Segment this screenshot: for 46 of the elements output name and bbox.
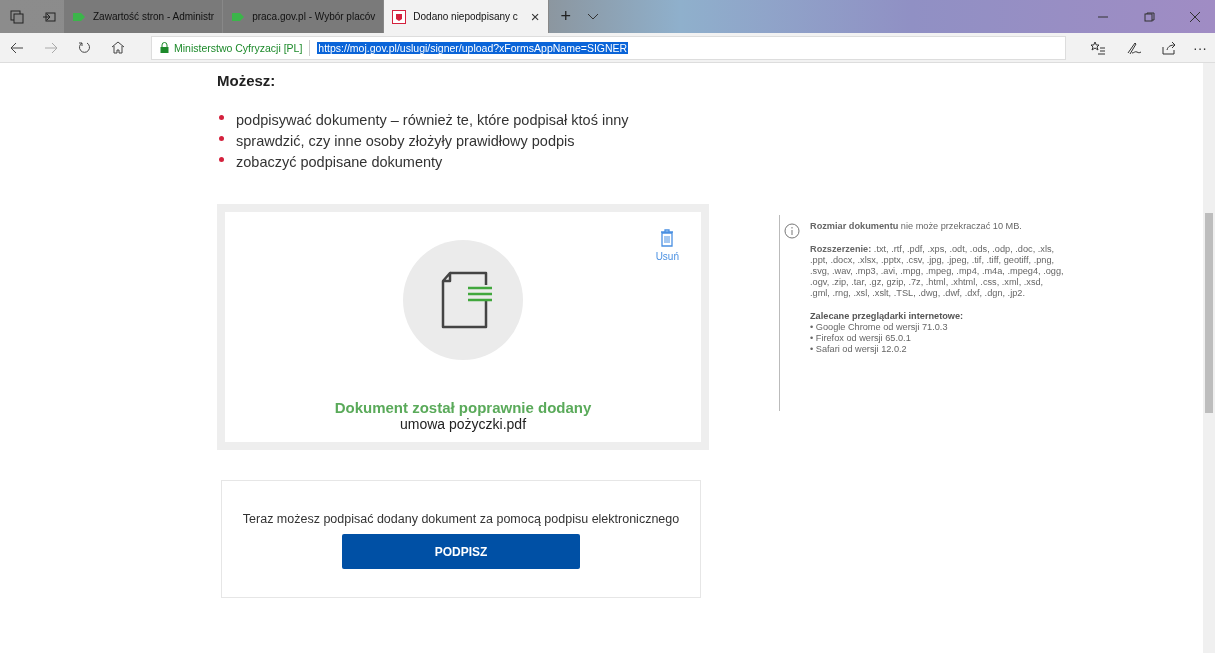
address-bar[interactable]: Ministerstwo Cyfryzacji [PL] https://moj.gov.pl/uslugi/signer/upload?xFormsAppName=SIGNER <box>151 35 1066 60</box>
browser-requirement: • Safari od wersji 12.0.2 <box>810 344 908 355</box>
info-icon <box>784 223 800 239</box>
pen-icon[interactable] <box>1126 40 1142 55</box>
bullet-text: podpisywać dokumenty – również te, które podpisał ktoś inny <box>236 111 629 128</box>
emblem-icon <box>392 9 407 24</box>
success-message: Dokument został poprawnie dodany <box>334 399 592 416</box>
url-text[interactable]: https://moj.gov.pl/uslugi/signer/upload?xFormsAppName=SIGNER <box>317 41 629 54</box>
tag-icon <box>72 10 86 23</box>
back-icon[interactable] <box>10 41 24 54</box>
share-icon[interactable] <box>1162 40 1177 55</box>
tabs-aside-icon[interactable] <box>10 9 24 24</box>
close-icon[interactable] <box>1189 11 1201 22</box>
set-aside-icon[interactable] <box>42 9 56 24</box>
site-identity[interactable]: Ministerstwo Cyfryzacji [PL] <box>174 41 303 54</box>
browser-tab[interactable]: praca.gov.pl - Wybór placóv <box>223 0 385 33</box>
more-button[interactable]: ··· <box>1193 39 1207 56</box>
delete-button[interactable]: Usuń <box>655 229 679 262</box>
extensions-list: Rozszerzenie: .txt, .rtf, .pdf, .xps, .odt, .ods, .odp, .doc, .xls, .ppt, .docx, .xlsx, .pptx, .csv, .jpg, .jpeg, .tif, .tiff, geotiff, .png, .svg, .wav, .mp3, .avi, .mpg, .mpeg, .mp4, .m4a, .mpeg4, .ogg, .ogv, .zip, .tar, .gz, gzip, .7z, .html, .xhtml, .css, .xml, .xsd, .gml, .rng, .xsl, .xslt, .TSL, .dwg, .dwf, .dxf, .dgn, .jp2. <box>810 244 1065 299</box>
bullet-icon <box>219 136 224 141</box>
home-icon[interactable] <box>111 41 125 54</box>
sign-instruction: Teraz możesz podpisać dodany dokument za pomocą podpisu elektronicznego <box>242 512 680 526</box>
bullet-text: zobaczyć podpisane dokumenty <box>236 153 443 170</box>
bullet-icon <box>219 115 224 120</box>
sign-button[interactable]: PODPISZ <box>342 534 580 569</box>
browsers-heading: Zalecane przeglądarki internetowe: <box>810 311 965 322</box>
browser-requirement: • Google Chrome od wersji 71.0.3 <box>810 322 949 333</box>
favorites-icon[interactable] <box>1090 40 1106 55</box>
document-icon <box>402 239 524 361</box>
trash-icon <box>660 229 675 247</box>
bullet-icon <box>219 157 224 162</box>
refresh-icon[interactable] <box>78 41 91 54</box>
close-tab-button[interactable]: × <box>530 8 540 25</box>
file-name: umowa pożyczki.pdf <box>399 416 527 432</box>
restore-icon[interactable] <box>1143 11 1155 22</box>
section-heading: Możesz: <box>217 72 277 89</box>
bullet-text: sprawdzić, czy inne osoby złożyły prawidłowy podpis <box>236 132 575 149</box>
lock-icon <box>160 42 169 53</box>
browser-tab[interactable]: Zawartość stron - Administr <box>64 0 224 33</box>
size-note: Rozmiar dokumentu nie może przekraczać 10 MB. <box>810 221 1023 232</box>
browser-requirement: • Firefox od wersji 65.0.1 <box>810 333 912 344</box>
tag-icon <box>231 10 246 23</box>
new-tab-button[interactable]: + <box>560 6 572 27</box>
chevron-down-icon[interactable] <box>587 12 600 21</box>
browser-tab[interactable]: Dodano niepodpisany c × <box>384 0 549 33</box>
scrollbar[interactable] <box>1203 63 1215 653</box>
